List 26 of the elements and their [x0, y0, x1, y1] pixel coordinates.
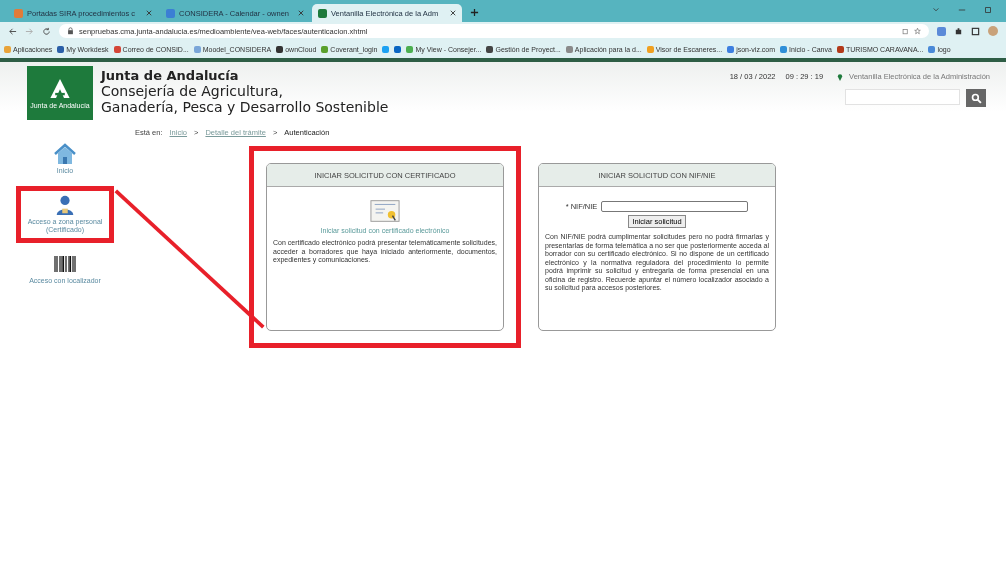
star-icon[interactable] — [914, 27, 921, 35]
new-tab-icon[interactable] — [470, 8, 479, 17]
restore-icon[interactable] — [984, 6, 992, 14]
department-name: Consejería de Agricultura, Ganadería, Pesca y Desarrollo Sostenible — [101, 83, 389, 115]
avatar-icon[interactable] — [988, 26, 998, 36]
bookmark-icon[interactable] — [382, 45, 390, 53]
sidebar-icon[interactable] — [971, 26, 980, 36]
organization-name: Junta de Andalucía — [101, 68, 240, 83]
close-icon[interactable] — [450, 10, 456, 16]
close-icon[interactable] — [298, 10, 304, 16]
search-field[interactable] — [845, 89, 960, 105]
close-icon[interactable] — [146, 10, 152, 16]
lock-icon — [67, 27, 74, 35]
nif-input-field[interactable] — [601, 201, 749, 212]
letter-a-logo-icon — [48, 77, 72, 99]
extension-icon[interactable] — [937, 26, 946, 36]
location-pin-icon — [837, 72, 844, 81]
reload-icon[interactable] — [42, 26, 51, 36]
back-arrow-icon[interactable] — [8, 26, 17, 36]
certificate-icon[interactable] — [370, 199, 400, 223]
share-icon[interactable] — [902, 27, 909, 35]
house-icon — [53, 143, 77, 165]
bookmark-icon[interactable] — [394, 45, 402, 53]
search-icon — [970, 92, 982, 104]
chevron-icon[interactable] — [932, 6, 940, 14]
search-button[interactable] — [966, 89, 986, 107]
